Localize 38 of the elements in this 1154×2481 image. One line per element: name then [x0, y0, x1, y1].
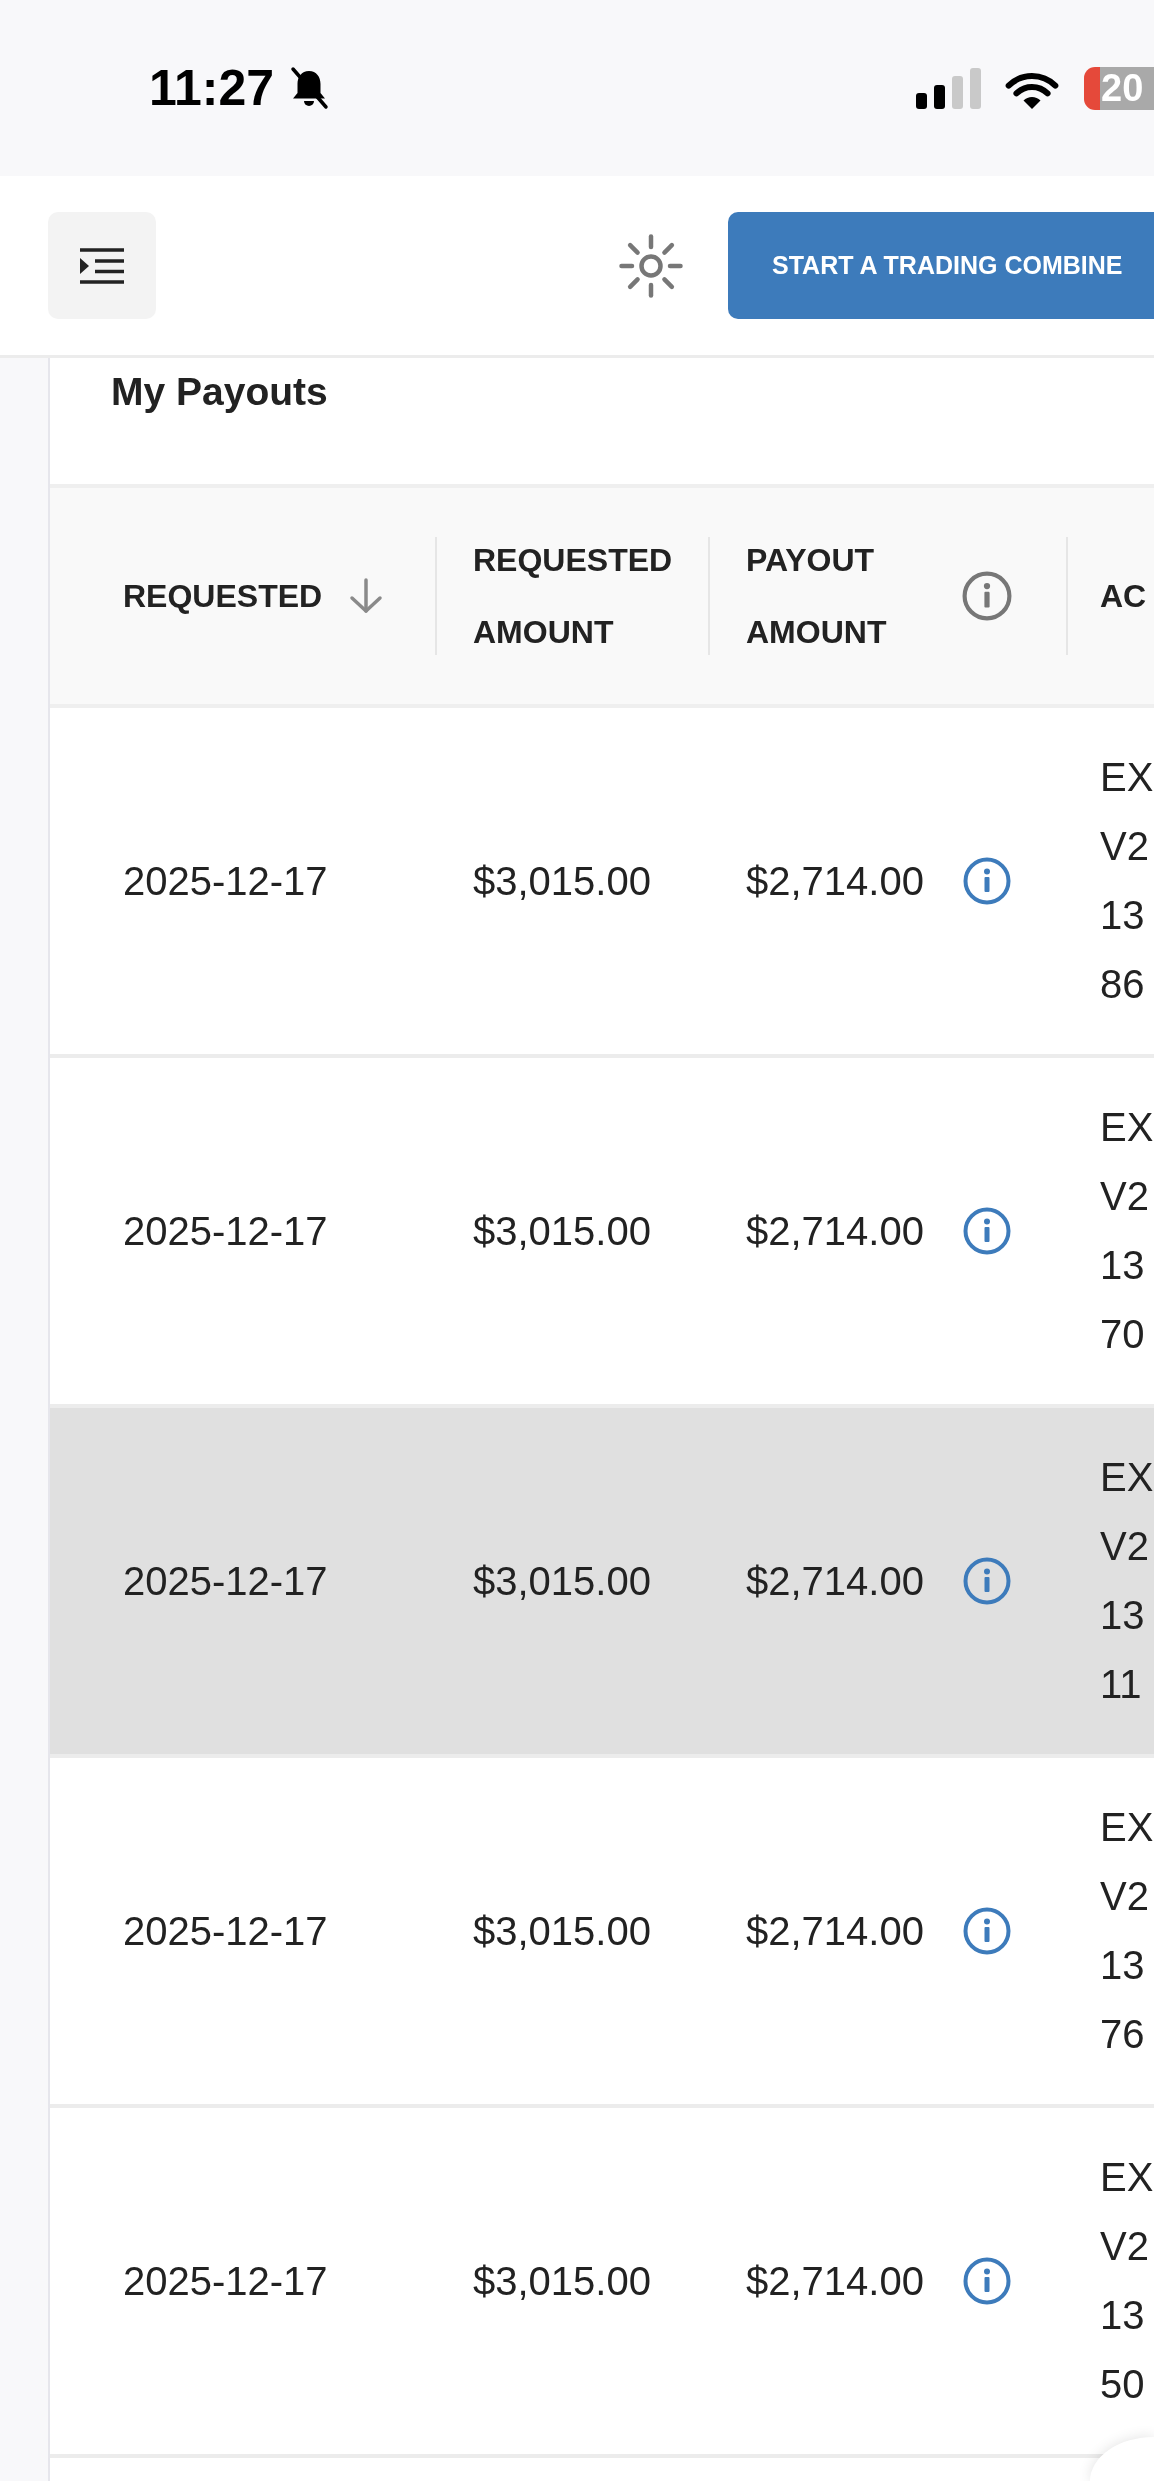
table-cell-text: 2025-12-17	[123, 1208, 328, 1255]
status-time: 11:27	[149, 60, 275, 116]
info-icon[interactable]	[963, 1907, 1011, 1955]
table-cell-text: $3,015.00	[473, 1208, 651, 1255]
table-cell-text: 2025-12-17	[123, 1558, 328, 1605]
info-icon[interactable]	[963, 1557, 1011, 1605]
start-combine-button[interactable]: START A TRADING COMBINE	[728, 212, 1154, 319]
battery-indicator: 20	[1084, 66, 1154, 110]
table-cell-text: $3,015.00	[473, 1558, 651, 1605]
table-cell-text: EX V2 13 70	[1100, 1104, 1154, 1358]
table-cell-text: 2025-12-17	[123, 2258, 328, 2305]
table-cell-text: $2,714.00	[746, 1208, 924, 1255]
table-cell-text: $2,714.00	[746, 1908, 924, 1955]
table-cell-text: 2025-12-17	[123, 1908, 328, 1955]
column-header[interactable]: REQUESTED	[123, 560, 323, 632]
info-icon[interactable]	[963, 1207, 1011, 1255]
table-cell-text: $3,015.00	[473, 1908, 651, 1955]
info-icon[interactable]	[962, 571, 1012, 621]
table-cell-text: $3,015.00	[473, 2258, 651, 2305]
page-title: My Payouts	[111, 369, 328, 415]
sun-icon[interactable]	[618, 232, 684, 299]
table-cell-text: 2025-12-17	[123, 858, 328, 905]
column-header[interactable]: REQUESTED AMOUNT	[473, 524, 703, 668]
menu-button[interactable]	[48, 212, 156, 319]
table-cell-text: $2,714.00	[746, 858, 924, 905]
table-cell-text: $3,015.00	[473, 858, 651, 905]
info-icon[interactable]	[963, 857, 1011, 905]
info-icon[interactable]	[963, 2257, 1011, 2305]
indent-icon	[80, 247, 124, 284]
column-header[interactable]: PAYOUT AMOUNT	[746, 524, 946, 668]
table-cell-text: EX V2 13 50	[1100, 2154, 1154, 2408]
table-cell-text: $2,714.00	[746, 1558, 924, 1605]
table-cell-text: EX V2 13 76	[1100, 1804, 1154, 2058]
table-cell-text: EX V2 13 86	[1100, 754, 1154, 1008]
table-cell-text: EX V2 13 11	[1100, 1454, 1154, 1708]
column-header[interactable]: AC	[1100, 560, 1147, 632]
table-cell-text: $2,714.00	[746, 2258, 924, 2305]
signal-icon	[916, 67, 981, 109]
